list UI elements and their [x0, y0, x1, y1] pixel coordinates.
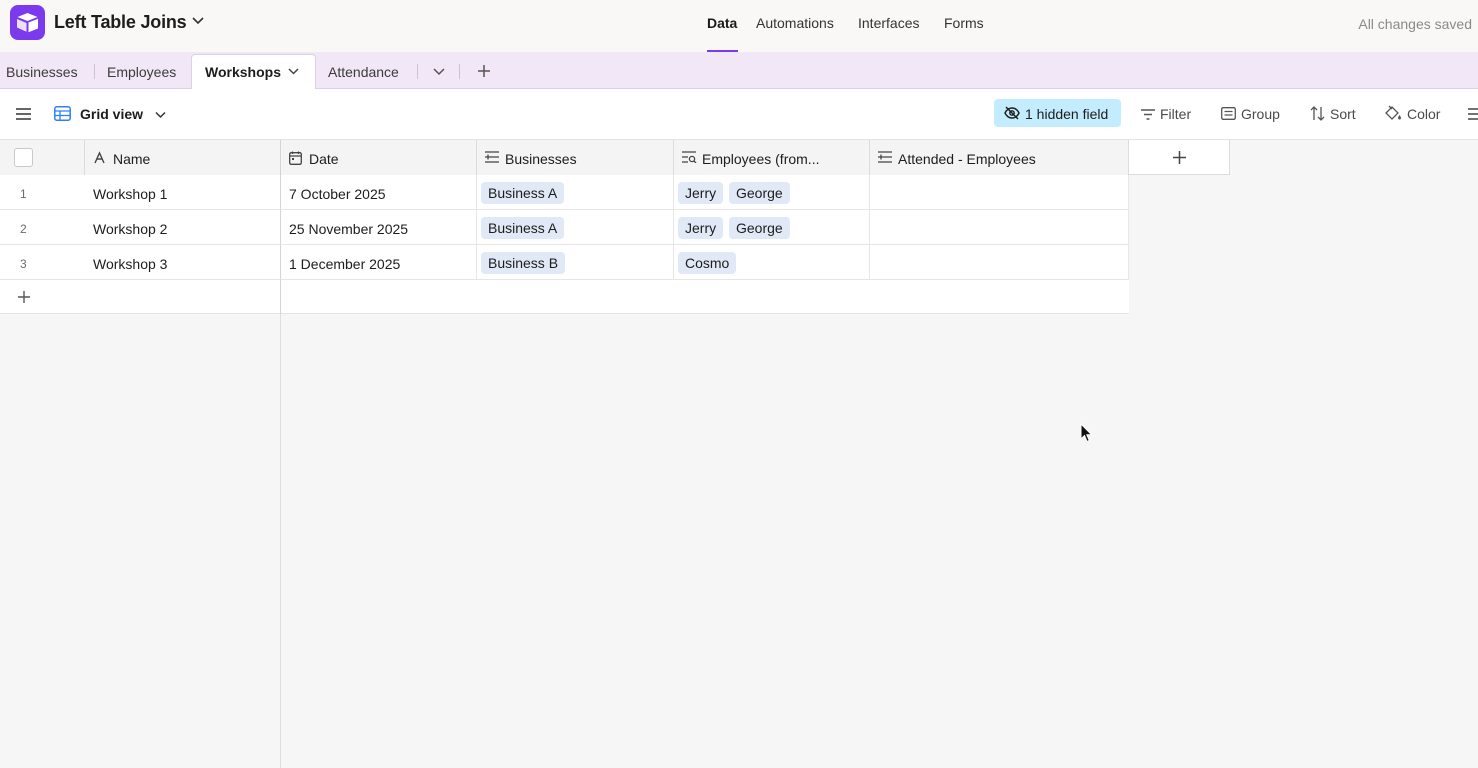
row-number-cell: 2	[0, 210, 85, 245]
attended-cell[interactable]	[870, 245, 1129, 280]
chevron-down-icon[interactable]	[433, 67, 445, 76]
filter-icon	[1141, 109, 1155, 120]
text-icon	[94, 151, 105, 164]
hidden-fields-label: 1 hidden field	[1025, 106, 1109, 122]
eye-off-icon	[1004, 106, 1020, 120]
group-button[interactable]: Group	[1241, 106, 1280, 122]
name-cell[interactable]: Workshop 1	[85, 175, 281, 210]
column-label: Date	[309, 151, 339, 167]
column-header-businesses[interactable]: Businesses	[477, 140, 674, 175]
attended-cell[interactable]	[870, 210, 1129, 245]
chevron-down-icon[interactable]	[288, 67, 299, 76]
employees-cell[interactable]: Jerry George	[674, 175, 870, 210]
employees-cell[interactable]: Cosmo	[674, 245, 870, 280]
save-status: All changes saved	[1358, 16, 1472, 32]
paint-bucket-icon	[1385, 105, 1401, 120]
name-cell[interactable]: Workshop 3	[85, 245, 281, 280]
row-number: 1	[20, 187, 27, 201]
tab-businesses[interactable]: Businesses	[6, 64, 78, 80]
sort-button[interactable]: Sort	[1330, 106, 1356, 122]
attended-cell[interactable]	[870, 175, 1129, 210]
tab-attendance[interactable]: Attendance	[328, 64, 399, 80]
record-chip[interactable]: George	[729, 217, 790, 239]
table-row[interactable]: 1 Workshop 1 7 October 2025 Business A J…	[0, 175, 1129, 210]
date-cell[interactable]: 1 December 2025	[281, 245, 477, 280]
column-label: Attended - Employees	[898, 151, 1036, 167]
record-chip[interactable]: Jerry	[678, 217, 724, 239]
businesses-cell[interactable]: Business B	[477, 245, 674, 280]
cell-text: 25 November 2025	[289, 221, 409, 237]
plus-icon[interactable]	[17, 290, 31, 304]
linked-record-icon	[485, 151, 499, 163]
sort-icon	[1310, 106, 1325, 121]
cell-text: Workshop 3	[93, 256, 168, 272]
color-button[interactable]: Color	[1407, 106, 1440, 122]
nav-interfaces[interactable]: Interfaces	[858, 15, 919, 31]
row-number-cell: 3	[0, 245, 85, 280]
nav-automations[interactable]: Automations	[756, 15, 834, 31]
grid-view-icon	[54, 106, 71, 121]
view-name[interactable]: Grid view	[80, 106, 143, 122]
record-chip[interactable]: Business A	[481, 182, 565, 204]
date-cell[interactable]: 7 October 2025	[281, 175, 477, 210]
cell-text: Workshop 2	[93, 221, 168, 237]
calendar-icon	[289, 151, 302, 165]
date-cell[interactable]: 25 November 2025	[281, 210, 477, 245]
tab-divider	[459, 64, 460, 79]
group-icon	[1221, 107, 1236, 120]
tab-workshops[interactable]: Workshops	[205, 64, 281, 80]
column-header-attended[interactable]: Attended - Employees	[870, 140, 1129, 175]
row-number: 3	[20, 257, 27, 271]
column-label: Name	[113, 151, 151, 167]
tab-employees[interactable]: Employees	[107, 64, 176, 80]
record-chip[interactable]: Business A	[481, 217, 565, 239]
nav-data[interactable]: Data	[707, 15, 737, 31]
column-label: Employees (from...	[702, 151, 820, 167]
employees-cell[interactable]: Jerry George	[674, 210, 870, 245]
column-header-employees[interactable]: Employees (from...	[674, 140, 870, 175]
mouse-cursor-icon	[1080, 423, 1093, 443]
tab-divider	[94, 64, 95, 79]
record-chip[interactable]: Jerry	[678, 182, 724, 204]
pane-divider	[280, 280, 281, 314]
add-field-button[interactable]	[1129, 140, 1230, 175]
record-chip[interactable]: Business B	[481, 252, 566, 274]
column-header-date[interactable]: Date	[281, 140, 477, 175]
row-number-cell: 1	[0, 175, 85, 210]
view-toolbar: Grid view 1 hidden field Filter Group So…	[0, 89, 1478, 140]
cell-text: Workshop 1	[93, 186, 168, 202]
select-all-header	[0, 140, 85, 175]
name-cell[interactable]: Workshop 2	[85, 210, 281, 245]
add-record-row[interactable]	[0, 280, 1129, 314]
row-number: 2	[20, 222, 27, 236]
hidden-fields-button[interactable]: 1 hidden field	[994, 99, 1121, 127]
businesses-cell[interactable]: Business A	[477, 210, 674, 245]
businesses-cell[interactable]: Business A	[477, 175, 674, 210]
add-table-icon[interactable]	[477, 64, 491, 78]
filter-button[interactable]: Filter	[1160, 106, 1191, 122]
column-label: Businesses	[505, 151, 577, 167]
row-height-icon[interactable]	[1468, 108, 1478, 120]
base-title[interactable]: Left Table Joins	[54, 12, 187, 33]
cell-text: 1 December 2025	[289, 256, 401, 272]
table-row[interactable]: 2 Workshop 2 25 November 2025 Business A…	[0, 210, 1129, 245]
lookup-icon	[682, 151, 697, 163]
record-chip[interactable]: Cosmo	[678, 252, 737, 274]
app-header: Left Table Joins Data Automations Interf…	[0, 0, 1478, 52]
table-row[interactable]: 3 Workshop 3 1 December 2025 Business B …	[0, 245, 1129, 280]
select-all-checkbox[interactable]	[14, 148, 33, 167]
grid-canvas: Name Date Businesses Employees (from... …	[0, 140, 1478, 768]
menu-icon[interactable]	[16, 108, 31, 120]
plus-icon	[1173, 151, 1186, 164]
cell-text: 7 October 2025	[289, 186, 386, 202]
column-header-name[interactable]: Name	[85, 140, 281, 175]
linked-record-icon	[878, 151, 892, 163]
nav-forms[interactable]: Forms	[944, 15, 984, 31]
chevron-down-icon[interactable]	[192, 16, 204, 26]
airtable-logo-icon[interactable]	[10, 5, 45, 40]
chevron-down-icon[interactable]	[155, 111, 166, 119]
record-chip[interactable]: George	[729, 182, 790, 204]
table-tabs: Businesses Employees Workshops Attendanc…	[0, 52, 1478, 90]
tab-divider	[417, 64, 418, 79]
